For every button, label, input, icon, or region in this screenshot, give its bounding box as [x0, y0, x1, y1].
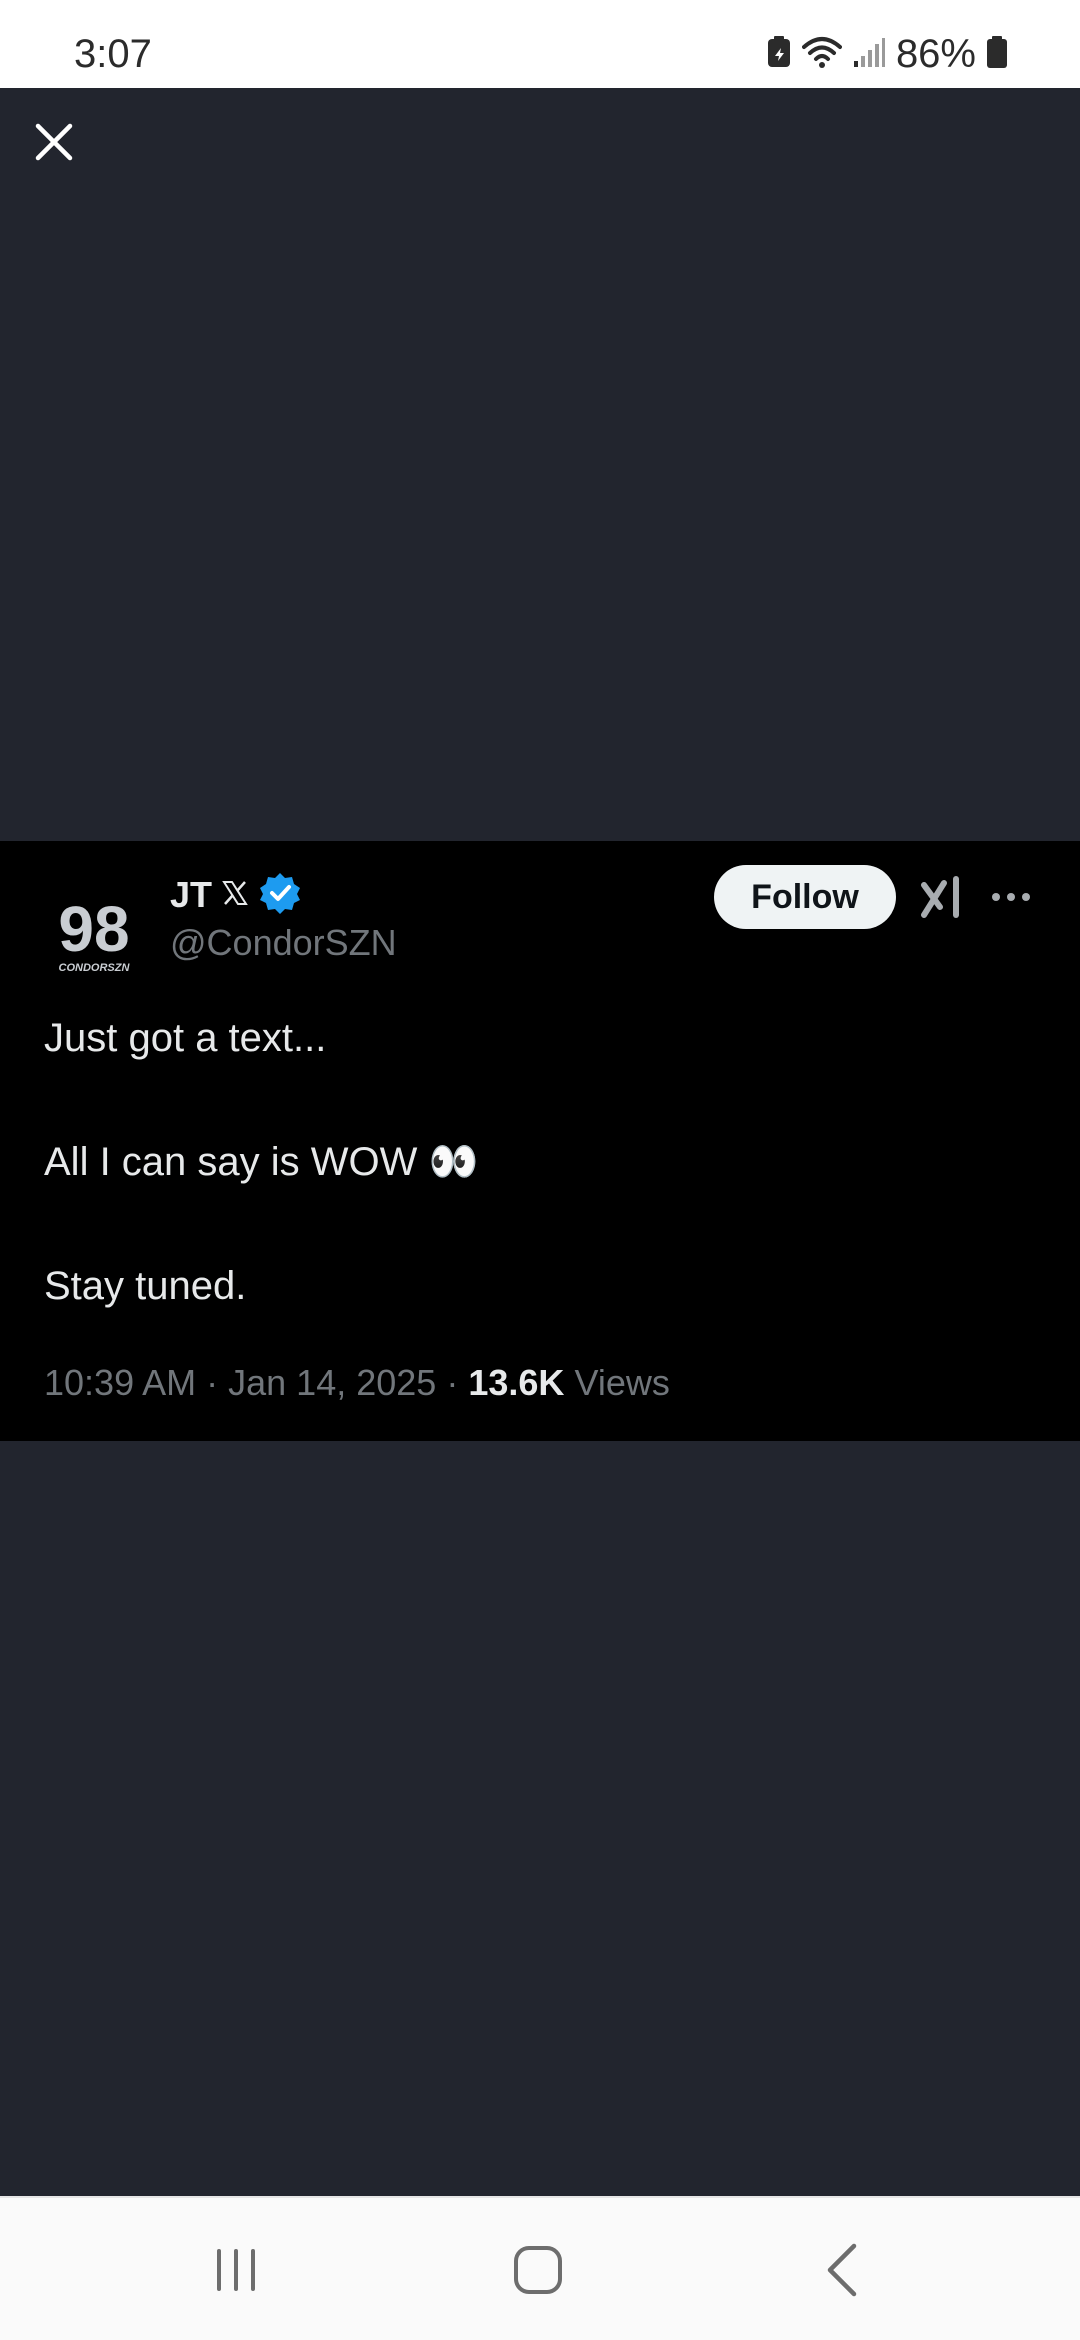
- verified-badge-icon: [258, 871, 302, 920]
- tweet-date[interactable]: Jan 14, 2025: [228, 1362, 436, 1403]
- navigation-bar: [0, 2196, 1080, 2340]
- battery-percent: 86%: [895, 32, 976, 76]
- status-time: 3:07: [74, 32, 152, 76]
- recents-button[interactable]: [196, 2238, 276, 2302]
- tweet-text-line: Just got a text...: [44, 1016, 327, 1060]
- battery-saver-icon: [766, 35, 792, 74]
- tweet-card[interactable]: 98 CONDORSZN JT @CondorSZN Follow Just g…: [0, 841, 1080, 1441]
- follow-button[interactable]: Follow: [714, 865, 896, 929]
- back-icon: [827, 2243, 857, 2297]
- display-name[interactable]: JT: [170, 874, 212, 916]
- tweet-text-blank: [44, 1069, 1034, 1131]
- wifi-icon: [801, 35, 842, 74]
- tweet-time[interactable]: 10:39 AM: [44, 1362, 196, 1403]
- close-icon: [35, 123, 73, 161]
- tweet-meta: 10:39 AM · Jan 14, 2025 · 13.6K Views: [44, 1361, 670, 1405]
- display-name-row[interactable]: JT: [170, 869, 302, 921]
- tweet-text-line: Stay tuned.: [44, 1264, 247, 1308]
- meta-separator: ·: [206, 1362, 219, 1403]
- tweet-text-blank: [44, 1193, 1034, 1255]
- avatar-subtext: CONDORSZN: [59, 962, 131, 974]
- meta-separator: ·: [446, 1362, 459, 1403]
- grok-icon[interactable]: [918, 873, 968, 921]
- avatar-number: 98: [58, 893, 129, 965]
- cell-signal-icon: [852, 35, 886, 74]
- recents-icon: [217, 2249, 255, 2291]
- close-button[interactable]: [28, 112, 80, 172]
- tweet-text: Just got a text... All I can say is WOW …: [44, 1007, 1034, 1317]
- home-icon: [514, 2246, 562, 2294]
- home-button[interactable]: [498, 2238, 578, 2302]
- avatar[interactable]: 98 CONDORSZN: [44, 879, 144, 979]
- status-icons: 86%: [766, 28, 1008, 80]
- tweet-text-line: All I can say is WOW 👀: [44, 1140, 479, 1184]
- user-handle[interactable]: @CondorSZN: [170, 921, 397, 965]
- views-count[interactable]: 13.6K: [468, 1362, 564, 1403]
- more-options-icon[interactable]: [986, 875, 1036, 919]
- back-button[interactable]: [802, 2238, 882, 2302]
- views-label[interactable]: Views: [574, 1362, 669, 1403]
- battery-icon: [986, 35, 1008, 74]
- x-logo-icon: [220, 878, 250, 913]
- status-bar: 3:07 86%: [0, 0, 1080, 88]
